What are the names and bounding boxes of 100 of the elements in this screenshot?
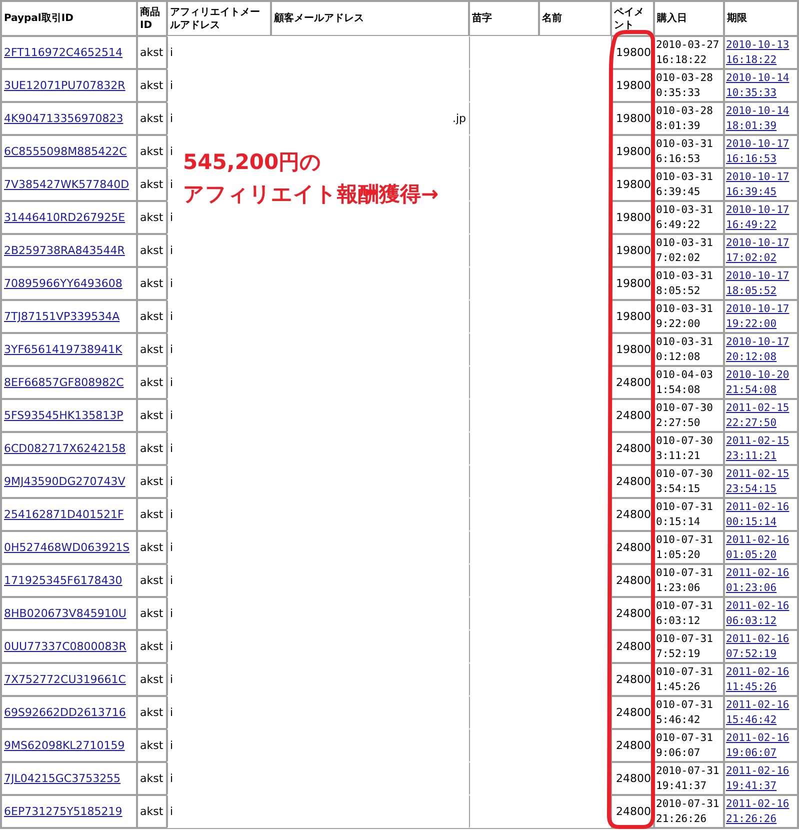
table-cell: i [170, 573, 174, 588]
table-cell: akst [140, 507, 164, 522]
table-cell: 24800 [616, 375, 651, 390]
table-cell: i [170, 474, 174, 489]
table-cell: 19800 [616, 276, 651, 291]
table-cell-text: 010-03-28 8:01:39 [656, 104, 714, 134]
table-cell: akst [140, 243, 164, 258]
table-link[interactable]: 2010-10-13 16:18:22 [726, 38, 796, 68]
table-link[interactable]: 2010-10-17 18:05:52 [726, 268, 796, 298]
table-cell: akst [140, 45, 164, 60]
table-cell: 19800 [616, 210, 651, 225]
table-link[interactable]: 2010-10-14 18:01:39 [726, 104, 796, 134]
table-cell: akst [140, 738, 164, 753]
table-cell-text: 2010-07-31 19:41:37 [656, 764, 720, 794]
table-cell: akst [140, 804, 164, 819]
table-cell: i [170, 276, 174, 291]
table-link[interactable]: 2010-10-20 21:54:08 [726, 368, 796, 398]
table-link[interactable]: 2010-10-17 20:12:08 [726, 334, 796, 364]
table-cell: i [170, 540, 174, 555]
table-cell: 24800 [616, 573, 651, 588]
table-link[interactable]: 2011-02-16 07:52:19 [726, 632, 796, 662]
table-cell: .jp [452, 111, 466, 126]
table-link[interactable]: 2011-02-16 15:46:42 [726, 698, 796, 728]
table-cell: i [170, 45, 174, 60]
table-cell: i [170, 243, 174, 258]
table-cell-text: 010-03-28 0:35:33 [656, 70, 714, 100]
table-cell: 24800 [616, 540, 651, 555]
table-cell: akst [140, 408, 164, 423]
column-header: 苗字 [472, 12, 492, 25]
table-link[interactable]: 2011-02-16 21:26:26 [726, 796, 796, 826]
table-cell: 19800 [616, 45, 651, 60]
table-cell: 24800 [616, 672, 651, 687]
column-header: 名前 [542, 12, 562, 25]
table-cell: i [170, 672, 174, 687]
table-cell: akst [140, 210, 164, 225]
table-link[interactable]: 2011-02-15 23:11:21 [726, 434, 796, 464]
column-header: Paypal取引ID [4, 12, 74, 25]
table-cell: 24800 [616, 705, 651, 720]
column-header: 購入日 [657, 12, 687, 25]
table-cell: 19800 [616, 243, 651, 258]
table-cell-text: 010-07-31 7:52:19 [656, 632, 714, 662]
table-cell: akst [140, 276, 164, 291]
table-cell-text: 010-03-31 9:22:00 [656, 302, 714, 332]
table-cell: akst [140, 441, 164, 456]
table-cell: akst [140, 639, 164, 654]
table-cell: i [170, 804, 174, 819]
table-link[interactable]: 2010-10-17 16:49:22 [726, 202, 796, 232]
table-link[interactable]: 2010-10-17 16:39:45 [726, 170, 796, 200]
table-cell-text: 010-03-31 7:02:02 [656, 236, 714, 266]
table-link[interactable]: 2011-02-16 00:15:14 [726, 500, 796, 530]
column-header: 顧客メールアドレス [274, 12, 364, 25]
table-link[interactable]: 2011-02-16 19:06:07 [726, 730, 796, 760]
column-header: ペイメント [614, 6, 645, 32]
table-link[interactable]: 2010-10-17 16:16:53 [726, 136, 796, 166]
table-cell: i [170, 144, 174, 159]
table-cell: i [170, 177, 174, 192]
table-cell: akst [140, 771, 164, 786]
column-header: 商品ID [140, 6, 161, 32]
table-link[interactable]: 2011-02-15 22:27:50 [726, 400, 796, 430]
table-cell-text: 010-03-31 6:49:22 [656, 202, 714, 232]
table-cell: akst [140, 672, 164, 687]
table-cell: 24800 [616, 606, 651, 621]
table-cell: 19800 [616, 78, 651, 93]
table-cell-text: 010-07-30 3:11:21 [656, 434, 714, 464]
table-link[interactable]: 2010-10-17 19:22:00 [726, 302, 796, 332]
table-cell: i [170, 771, 174, 786]
table-cell-text: 010-03-31 6:16:53 [656, 136, 714, 166]
table-cell: i [170, 507, 174, 522]
table-cell: i [170, 738, 174, 753]
table-link[interactable]: 2011-02-16 19:41:37 [726, 764, 796, 794]
table-cell: 19800 [616, 342, 651, 357]
table-cell: akst [140, 177, 164, 192]
table-cell: 19800 [616, 111, 651, 126]
table-cell-text: 010-04-03 1:54:08 [656, 368, 714, 398]
table-cell-text: 010-03-31 8:05:52 [656, 268, 714, 298]
table-cell: 24800 [616, 474, 651, 489]
table-cell: 24800 [616, 804, 651, 819]
table-link[interactable]: 2011-02-16 01:23:06 [726, 566, 796, 596]
table-cell: i [170, 705, 174, 720]
column-header: 期限 [727, 12, 747, 25]
table-cell: i [170, 639, 174, 654]
table-link[interactable]: 2011-02-15 23:54:15 [726, 466, 796, 496]
table-link[interactable]: 2011-02-16 11:45:26 [726, 664, 796, 694]
table-link[interactable]: 2011-02-16 06:03:12 [726, 598, 796, 628]
table-cell: akst [140, 474, 164, 489]
table-link[interactable]: 2011-02-16 01:05:20 [726, 532, 796, 562]
table-cell: 24800 [616, 507, 651, 522]
table-link[interactable]: 2010-10-17 17:02:02 [726, 236, 796, 266]
table-cell: i [170, 606, 174, 621]
table-cell: akst [140, 705, 164, 720]
table-cell-text: 010-07-31 0:15:14 [656, 500, 714, 530]
table-cell: akst [140, 573, 164, 588]
table-cell-text: 010-07-31 1:05:20 [656, 532, 714, 562]
table-cell: i [170, 210, 174, 225]
table-cell: i [170, 375, 174, 390]
table-cell-text: 010-03-31 0:12:08 [656, 334, 714, 364]
table-cell-text: 010-03-31 6:39:45 [656, 170, 714, 200]
table-link[interactable]: 2010-10-14 10:35:33 [726, 70, 796, 100]
table-cell: 19800 [616, 177, 651, 192]
table-cell: 24800 [616, 639, 651, 654]
